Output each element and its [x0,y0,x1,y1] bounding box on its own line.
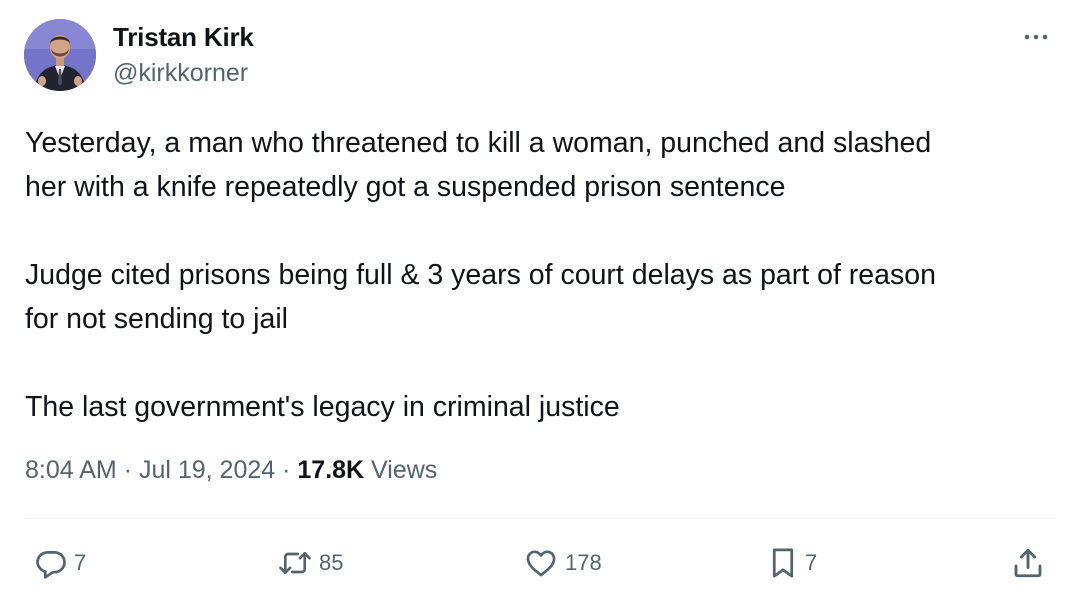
like-button[interactable]: 178 [523,544,602,582]
author-name[interactable]: Tristan Kirk [113,22,254,53]
more-button[interactable] [1021,24,1051,50]
tweet-line: for not sending to jail [25,303,288,335]
bookmark-count: 7 [805,550,818,575]
divider [25,518,1056,519]
tweet-date[interactable]: Jul 19, 2024 [139,456,275,484]
reply-count: 7 [74,550,87,575]
like-count: 178 [565,550,602,575]
bookmark-button[interactable]: 7 [767,544,817,582]
views-count[interactable]: 17.8K [297,456,364,484]
heart-icon [526,550,556,577]
share-button[interactable] [1010,544,1046,582]
views-label: Views [364,456,438,484]
tweet-line: The last government's legacy in criminal… [25,391,620,423]
share-icon [1014,548,1042,578]
retweet-button[interactable]: 85 [277,544,343,582]
tweet-meta: 8:04 AM · Jul 19, 2024 · 17.8K Views [25,456,437,485]
tweet-time[interactable]: 8:04 AM [25,456,117,484]
more-horizontal-icon [1024,34,1048,40]
meta-separator: · [116,456,139,484]
bookmark-icon [772,548,794,578]
tweet-line: her with a knife repeatedly got a suspen… [25,171,786,203]
retweet-icon [279,551,311,575]
reply-icon [36,551,66,579]
tweet-card: Tristan Kirk @kirkkorner Yesterday, a ma… [0,0,1073,600]
author-handle[interactable]: @kirkkorner [113,59,248,88]
tweet-line: Judge cited prisons being full & 3 years… [25,259,936,291]
reply-button[interactable]: 7 [34,544,86,582]
tweet-line: Yesterday, a man who threatened to kill … [25,127,932,159]
avatar[interactable] [24,19,96,91]
avatar-image [24,19,96,91]
tweet-text: Yesterday, a man who threatened to kill … [25,121,1055,429]
meta-separator: · [275,456,298,484]
retweet-count: 85 [319,550,344,575]
